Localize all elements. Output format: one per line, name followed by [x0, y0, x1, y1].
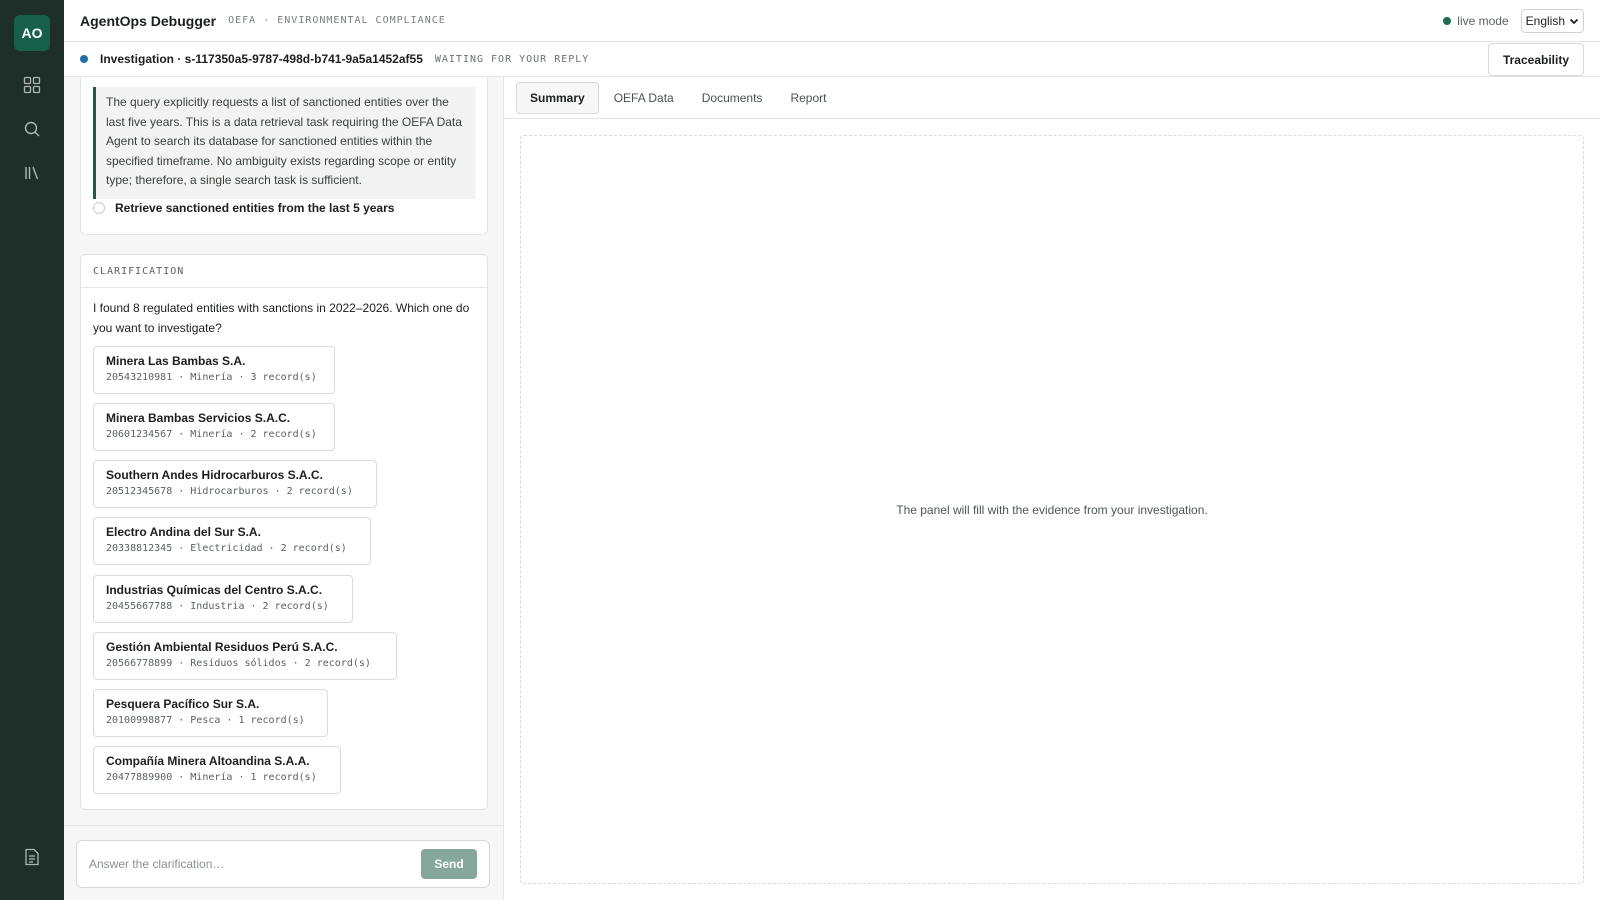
investigation-bar: Investigation · s-117350a5-9787-498d-b74…: [64, 42, 1600, 77]
entity-option[interactable]: Gestión Ambiental Residuos Perú S.A.C. 2…: [93, 632, 397, 680]
answer-input[interactable]: [89, 841, 409, 887]
entity-meta: 20543210981 · Minería · 3 record(s): [106, 372, 317, 383]
entity-option[interactable]: Industrias Químicas del Centro S.A.C. 20…: [93, 575, 353, 623]
entity-option[interactable]: Minera Bambas Servicios S.A.C. 206012345…: [93, 403, 335, 451]
entity-meta: 20601234567 · Minería · 2 record(s): [106, 429, 317, 440]
chevron-down-icon: [1569, 18, 1579, 25]
left-rail: AO: [0, 0, 64, 900]
plan-reasoning: The query explicitly requests a list of …: [93, 87, 475, 199]
status-dot: [80, 55, 88, 63]
entity-meta: 20100998877 · Pesca · 1 record(s): [106, 715, 305, 726]
entity-meta: 20512345678 · Hidrocarburos · 2 record(s…: [106, 486, 353, 497]
tab-documents[interactable]: Documents: [689, 82, 776, 114]
search-icon[interactable]: [14, 111, 50, 147]
clarification-question: I found 8 regulated entities with sancti…: [93, 301, 470, 335]
clarification-heading: CLARIFICATION: [81, 255, 487, 288]
entity-option[interactable]: Pesquera Pacífico Sur S.A. 20100998877 ·…: [93, 689, 328, 737]
top-header: AgentOps Debugger OEFA · ENVIRONMENTAL C…: [64, 0, 1600, 42]
entity-name: Minera Bambas Servicios S.A.C.: [106, 411, 291, 425]
investigation-title: Investigation · s-117350a5-9787-498d-b74…: [100, 52, 423, 66]
entity-name: Electro Andina del Sur S.A.: [106, 525, 261, 539]
entity-name: Minera Las Bambas S.A.: [106, 354, 246, 368]
entity-option[interactable]: Southern Andes Hidrocarburos S.A.C. 2051…: [93, 460, 377, 508]
entity-name: Compañía Minera Altoandina S.A.A.: [106, 754, 310, 768]
app-logo[interactable]: AO: [14, 15, 50, 51]
library-icon[interactable]: [14, 155, 50, 191]
investigation-status: WAITING FOR YOUR REPLY: [434, 53, 590, 65]
plan-card: The query explicitly requests a list of …: [80, 77, 488, 235]
composer-divider: [64, 825, 503, 826]
empty-state-message: The panel will fill with the evidence fr…: [896, 502, 1208, 517]
entity-option[interactable]: Compañía Minera Altoandina S.A.A. 204778…: [93, 746, 341, 794]
panel-tabs: Summary OEFA Data Documents Report: [504, 77, 1600, 119]
entity-name: Industrias Químicas del Centro S.A.C.: [106, 583, 323, 597]
dashboard-icon[interactable]: [14, 67, 50, 103]
evidence-area: The panel will fill with the evidence fr…: [520, 135, 1584, 884]
app-subtitle: OEFA · ENVIRONMENTAL COMPLIANCE: [228, 15, 446, 26]
header-controls: live mode English: [1443, 0, 1584, 42]
language-value: English: [1525, 14, 1565, 28]
task-label: Retrieve sanctioned entities from the la…: [115, 201, 395, 215]
entity-meta: 20477889900 · Minería · 1 record(s): [106, 772, 317, 783]
composer: Send: [76, 840, 490, 888]
tab-summary[interactable]: Summary: [516, 81, 599, 114]
chat-column: The query explicitly requests a list of …: [64, 77, 504, 900]
tab-report[interactable]: Report: [777, 82, 839, 114]
live-indicator-dot: [1443, 17, 1452, 25]
entity-name: Pesquera Pacífico Sur S.A.: [106, 697, 260, 711]
entity-meta: 20338812345 · Electricidad · 2 record(s): [106, 543, 347, 554]
tab-oefa-data[interactable]: OEFA Data: [601, 82, 687, 114]
entity-option[interactable]: Minera Las Bambas S.A. 20543210981 · Min…: [93, 346, 335, 394]
task-radio[interactable]: [93, 202, 105, 214]
entity-option[interactable]: Electro Andina del Sur S.A. 20338812345 …: [93, 517, 371, 565]
clarification-card: CLARIFICATION I found 8 regulated entiti…: [80, 254, 488, 810]
task-item[interactable]: Retrieve sanctioned entities from the la…: [93, 201, 394, 215]
entity-name: Gestión Ambiental Residuos Perú S.A.C.: [106, 640, 338, 654]
entity-meta: 20455667788 · Industria · 2 record(s): [106, 601, 329, 612]
app-title: AgentOps Debugger: [80, 12, 217, 29]
entity-meta: 20566778899 · Residuos sólidos · 2 recor…: [106, 658, 371, 669]
send-button[interactable]: Send: [421, 849, 477, 879]
live-mode-label: live mode: [1457, 14, 1509, 28]
language-select[interactable]: English: [1520, 9, 1584, 33]
evidence-panel: Summary OEFA Data Documents Report The p…: [504, 77, 1600, 900]
document-icon[interactable]: [14, 839, 50, 875]
traceability-button[interactable]: Traceability: [1487, 43, 1584, 76]
entity-name: Southern Andes Hidrocarburos S.A.C.: [106, 468, 323, 482]
